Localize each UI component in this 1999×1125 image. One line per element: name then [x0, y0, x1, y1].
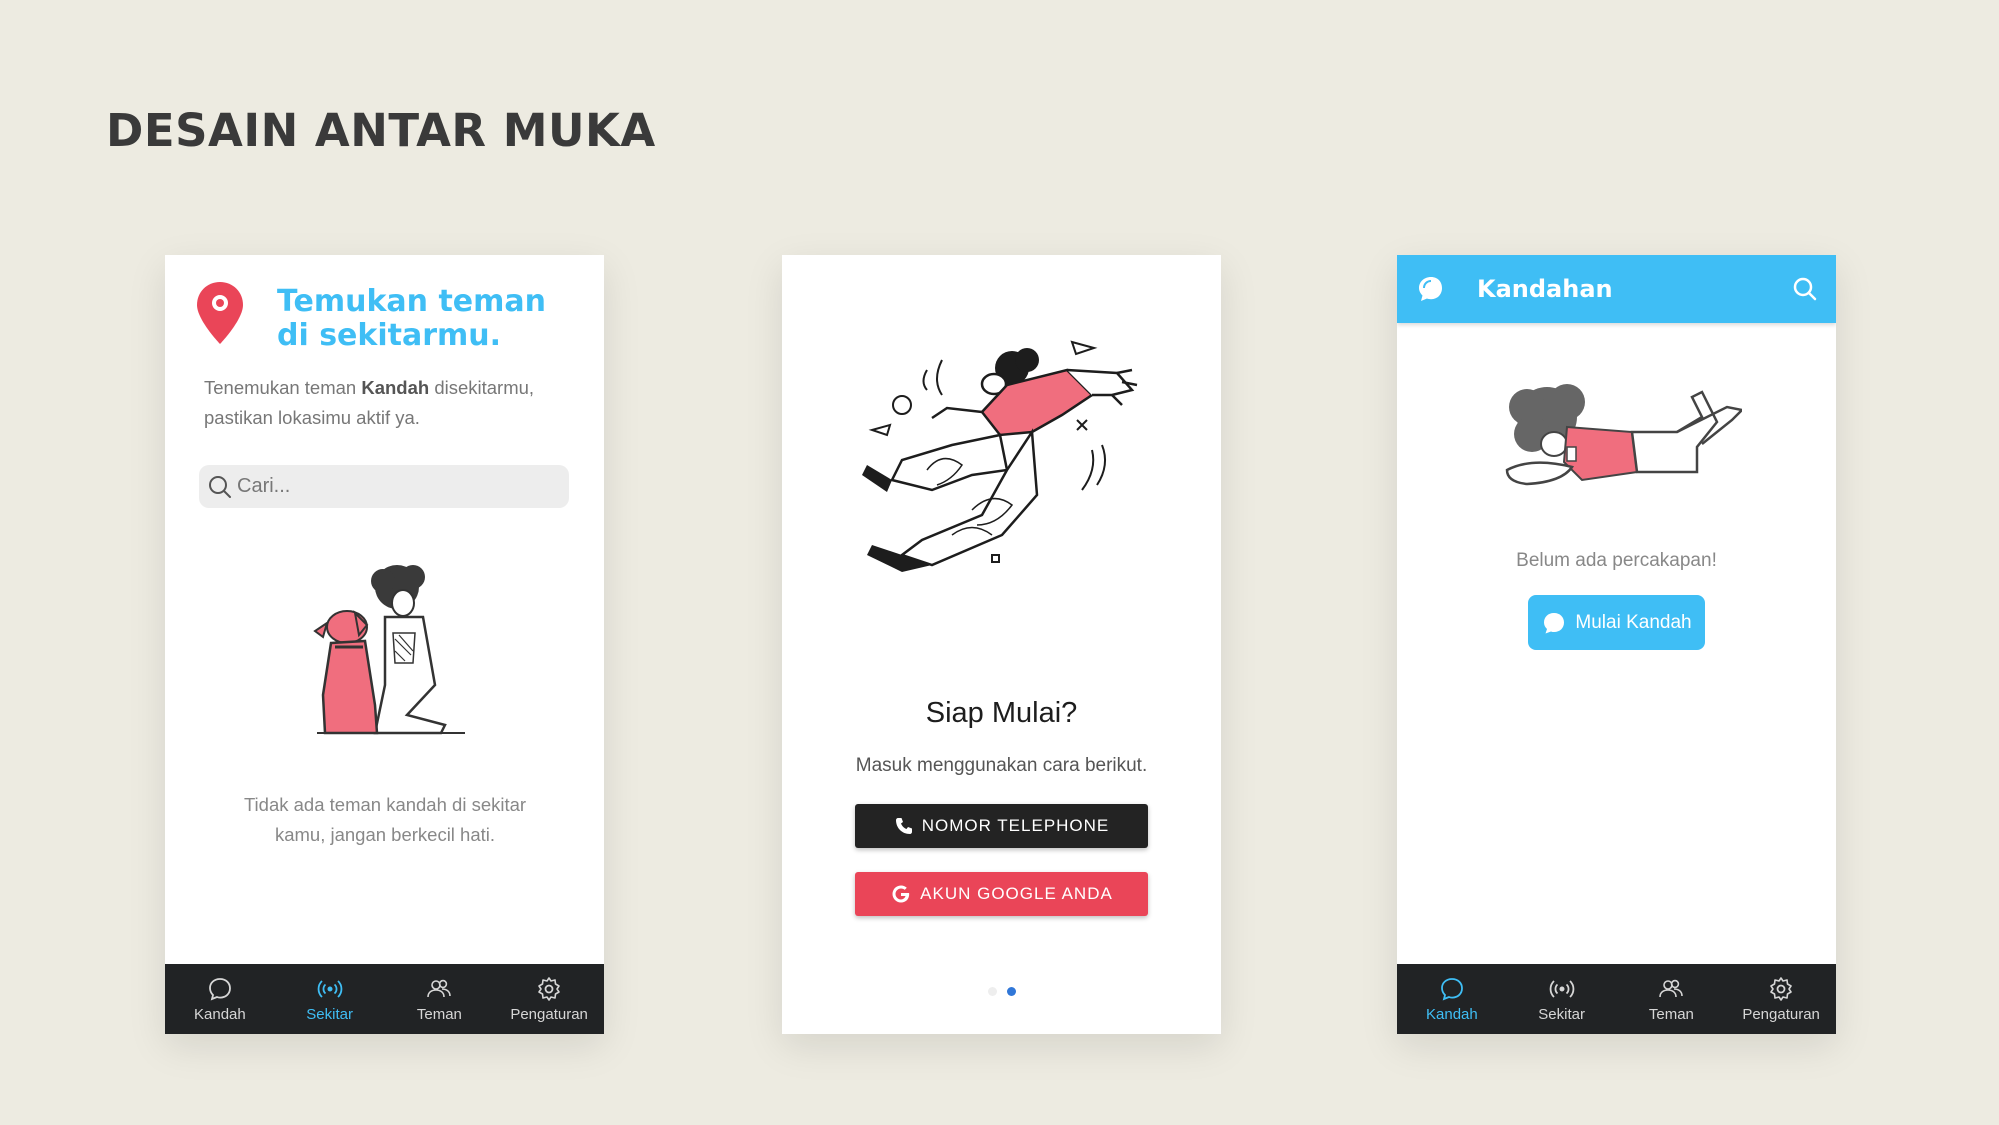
page-dot[interactable] — [987, 987, 997, 996]
app-logo-icon — [1419, 277, 1442, 301]
nav-item-pengaturan[interactable]: Pengaturan — [1726, 964, 1836, 1034]
bottom-navigation: Kandah Sekitar Teman Pengaturan — [1397, 964, 1836, 1034]
start-chat-label: Mulai Kandah — [1575, 611, 1692, 633]
nav-item-teman[interactable]: Teman — [1617, 964, 1727, 1034]
onboarding-subtitle: Masuk menggunakan cara berikut. — [855, 755, 1148, 776]
location-pin-icon — [197, 282, 243, 344]
nav-item-sekitar[interactable]: Sekitar — [1507, 964, 1617, 1034]
phone-login-button[interactable]: NOMOR TELEPHONE — [855, 804, 1148, 848]
phone-screen-chats: Kandahan Belum ada percakapan! Mulai Kan… — [1397, 255, 1836, 1034]
nav-item-kandah[interactable]: Kandah — [165, 964, 275, 1034]
desc-text-end: disekitarmu, — [429, 377, 535, 398]
no-chats-message: Belum ada percakapan! — [1516, 550, 1717, 571]
nearby-heading: Temukan teman di sekitarmu. — [277, 285, 577, 353]
no-friends-line1: Tidak ada teman kandah di sekitar — [243, 794, 527, 815]
nearby-heading-line1: Temukan teman — [277, 284, 546, 319]
nav-item-pengaturan[interactable]: Pengaturan — [494, 964, 604, 1034]
onboarding-title: Siap Mulai? — [925, 697, 1078, 729]
search-icon — [209, 475, 231, 498]
chat-bubble-icon — [208, 977, 231, 1000]
nav-item-kandah[interactable]: Kandah — [1397, 964, 1507, 1034]
nav-label: Teman — [1648, 1005, 1694, 1023]
desc-line2: pastikan lokasimu aktif ya. — [204, 407, 420, 428]
page-indicator — [782, 987, 1221, 996]
google-icon — [892, 885, 910, 903]
nav-label: Pengaturan — [510, 1005, 588, 1023]
nav-label: Kandah — [194, 1005, 246, 1023]
chat-bubble-icon — [1544, 612, 1565, 633]
no-friends-message: Tidak ada teman kandah di sekitar kamu, … — [205, 790, 565, 850]
no-friends-line2: kamu, jangan berkecil hati. — [274, 824, 496, 845]
search-icon[interactable] — [1792, 276, 1818, 302]
jumping-person-illustration — [862, 340, 1138, 572]
friends-icon — [427, 979, 452, 997]
nav-label: Kandah — [1426, 1005, 1478, 1023]
nav-label: Sekitar — [306, 1005, 353, 1023]
phone-icon — [895, 818, 912, 834]
nav-label: Sekitar — [1538, 1005, 1585, 1023]
google-login-label: AKUN GOOGLE ANDA — [920, 884, 1113, 903]
desc-text-start: Tenemukan teman — [204, 377, 362, 398]
gear-icon — [1770, 976, 1792, 1001]
nav-label: Pengaturan — [1742, 1005, 1820, 1023]
bottom-navigation: Kandah Sekitar Teman Pengaturan — [165, 964, 604, 1034]
google-login-button[interactable]: AKUN GOOGLE ANDA — [855, 872, 1148, 916]
phone-screen-nearby: Temukan teman di sekitarmu. Tenemukan te… — [165, 255, 604, 1034]
phone-login-label: NOMOR TELEPHONE — [921, 816, 1110, 835]
nearby-description: Tenemukan teman Kandah disekitarmu, past… — [204, 373, 574, 433]
nav-label: Teman — [416, 1005, 462, 1023]
nav-item-sekitar[interactable]: Sekitar — [275, 964, 385, 1034]
search-input[interactable] — [235, 474, 559, 499]
app-title: Kandahan — [1477, 275, 1613, 303]
phone-screen-onboarding: Siap Mulai? Masuk menggunakan cara berik… — [782, 255, 1221, 1034]
girl-with-dog-illustration — [313, 565, 465, 735]
friends-icon — [1659, 979, 1684, 997]
app-bar: Kandahan — [1397, 255, 1836, 323]
page-dot-active[interactable] — [1006, 987, 1016, 996]
start-chat-button[interactable]: Mulai Kandah — [1528, 595, 1705, 650]
gear-icon — [538, 976, 560, 1001]
nearby-heading-line2: di sekitarmu. — [277, 318, 502, 353]
broadcast-icon — [1549, 979, 1574, 998]
lying-person-illustration — [1505, 384, 1742, 486]
page-title: DESAIN ANTAR MUKA — [106, 104, 656, 157]
desc-app-name: Kandah — [361, 377, 430, 398]
chat-bubble-icon — [1440, 977, 1463, 1000]
nav-item-teman[interactable]: Teman — [385, 964, 495, 1034]
search-bar[interactable] — [199, 465, 569, 508]
broadcast-icon — [317, 979, 342, 998]
